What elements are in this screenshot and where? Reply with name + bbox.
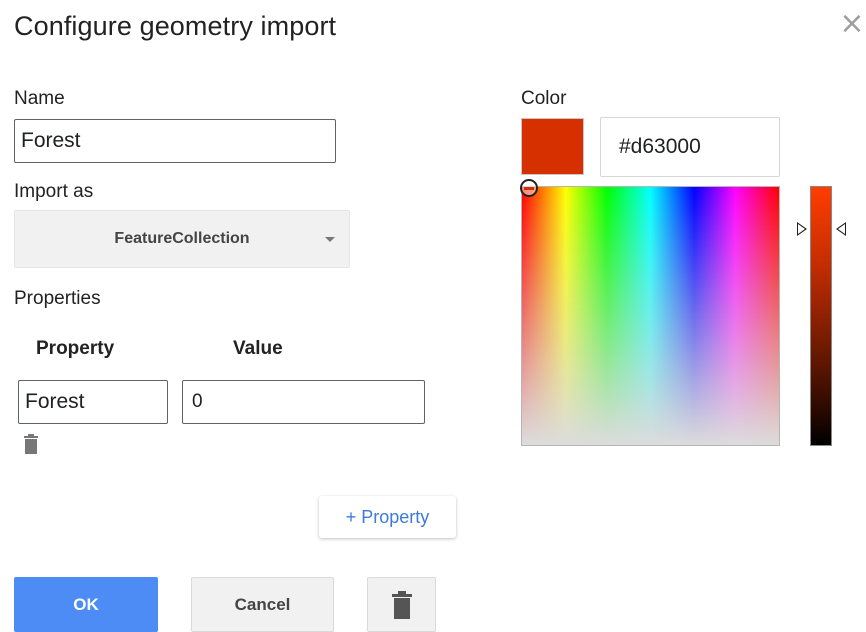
brightness-slider[interactable] xyxy=(810,186,832,446)
property-name-input[interactable] xyxy=(18,380,168,424)
import-as-label: Import as xyxy=(14,181,94,202)
slider-handle-right[interactable] xyxy=(836,222,846,236)
close-icon[interactable]: × xyxy=(838,9,866,39)
slider-handle-left[interactable] xyxy=(797,222,807,236)
color-swatch xyxy=(521,118,584,175)
properties-label: Properties xyxy=(14,288,101,309)
value-column-header: Value xyxy=(233,338,283,359)
color-picker-handle[interactable] xyxy=(520,179,538,197)
color-picker-area[interactable] xyxy=(521,186,780,446)
add-property-button[interactable]: + Property xyxy=(319,496,456,538)
import-as-select[interactable]: FeatureCollection xyxy=(14,210,350,268)
trash-icon xyxy=(391,590,412,619)
property-value-input[interactable] xyxy=(182,380,425,424)
chevron-down-icon xyxy=(325,237,335,242)
color-hex-input[interactable] xyxy=(600,117,780,177)
import-as-selected: FeatureCollection xyxy=(114,230,250,247)
trash-icon[interactable] xyxy=(24,434,38,454)
ok-button[interactable]: OK xyxy=(14,577,158,632)
delete-button[interactable] xyxy=(367,577,436,632)
cancel-button[interactable]: Cancel xyxy=(191,577,334,632)
dialog-title: Configure geometry import xyxy=(14,11,337,41)
name-input[interactable] xyxy=(14,119,336,163)
property-column-header: Property xyxy=(36,338,115,359)
color-label: Color xyxy=(521,88,567,109)
name-label: Name xyxy=(14,88,65,109)
